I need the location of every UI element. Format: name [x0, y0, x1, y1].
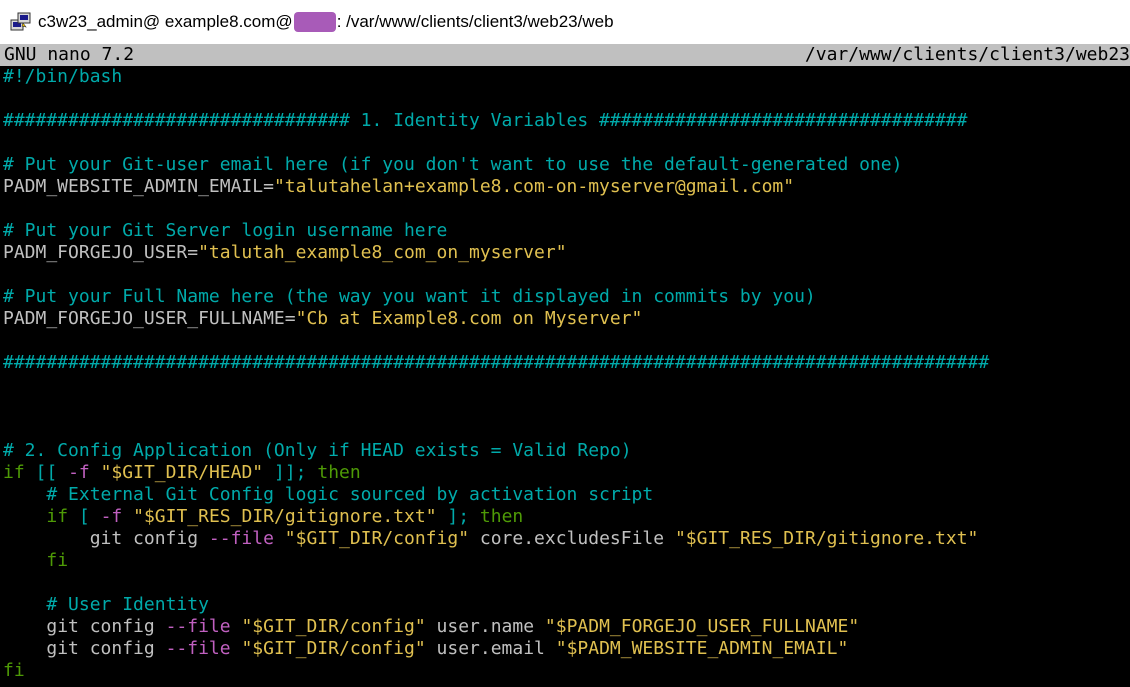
code-token: "$GIT_DIR/HEAD" — [100, 462, 264, 483]
nano-version: GNU nano 7.2 — [4, 44, 135, 65]
code-token: user.email — [425, 638, 556, 659]
code-token: if — [3, 462, 25, 483]
code-token: then — [317, 462, 361, 483]
code-token: "talutahelan+example8.com-on-myserver@gm… — [273, 176, 795, 197]
code-token: -f — [68, 462, 90, 483]
code-token: --file — [165, 638, 231, 659]
code-token: fi — [3, 660, 25, 681]
window-title-prefix: c3w23_admin@ example8.com@ — [38, 12, 293, 31]
nano-status-bar: GNU nano 7.2 /var/www/clients/client3/we… — [0, 44, 1130, 66]
code-line: fi — [3, 550, 68, 572]
code-line: PADM_WEBSITE_ADMIN_EMAIL="talutahelan+ex… — [3, 176, 794, 198]
code-line: # 2. Config Application (Only if HEAD ex… — [3, 440, 632, 462]
code-line: #!/bin/bash — [3, 66, 122, 88]
code-token: "$GIT_RES_DIR/gitignore.txt" — [674, 528, 979, 549]
code-token: git config — [46, 638, 166, 659]
code-line: PADM_FORGEJO_USER="talutah_example8_com_… — [3, 242, 567, 264]
code-token: [[ — [35, 462, 58, 483]
code-token: --file — [165, 616, 231, 637]
code-line: ########################################… — [3, 352, 989, 374]
code-token: # User Identity — [46, 594, 209, 615]
code-line: # User Identity — [3, 594, 209, 616]
code-token: PADM_FORGEJO_USER= — [3, 242, 199, 263]
code-line: if [[ -f "$GIT_DIR/HEAD" ]]; then — [3, 462, 361, 484]
code-token: # External Git Config logic sourced by a… — [46, 484, 654, 505]
code-token: core.excludesFile — [469, 528, 675, 549]
code-token: "talutah_example8_com_on_myserver" — [198, 242, 567, 263]
redacted-hostname — [293, 12, 336, 32]
code-token: [ — [78, 506, 90, 527]
code-token: fi — [46, 550, 69, 571]
code-token: ########################################… — [3, 352, 990, 373]
editor-text-area[interactable]: #!/bin/bash #############################… — [0, 66, 1130, 687]
code-token: then — [479, 506, 524, 527]
window-title-path: : /var/www/clients/client3/web23/web — [336, 12, 614, 31]
code-line: git config --file "$GIT_DIR/config" core… — [3, 528, 979, 550]
code-token: # Put your Git Server login username her… — [3, 220, 448, 241]
code-token: "$GIT_DIR/config" — [241, 638, 426, 659]
code-token: ]]; — [274, 462, 307, 483]
code-token: "$GIT_RES_DIR/gitignore.txt" — [133, 506, 437, 527]
code-line: # Put your Git Server login username her… — [3, 220, 447, 242]
code-line: PADM_FORGEJO_USER_FULLNAME="Cb at Exampl… — [3, 308, 642, 330]
code-line: git config --file "$GIT_DIR/config" user… — [3, 616, 859, 638]
window-titlebar[interactable]: c3w23_admin@ example8.com@ : /var/www/cl… — [0, 0, 1130, 44]
code-token: # Put your Full Name here (the way you w… — [3, 286, 816, 307]
code-token: "$GIT_DIR/config" — [284, 528, 470, 549]
code-token: PADM_WEBSITE_ADMIN_EMAIL= — [3, 176, 274, 197]
code-token: user.name — [425, 616, 545, 637]
code-token: "$GIT_DIR/config" — [241, 616, 426, 637]
code-token: "$PADM_WEBSITE_ADMIN_EMAIL" — [555, 638, 849, 659]
code-token: if — [46, 506, 69, 527]
code-line: ################################ 1. Iden… — [3, 110, 968, 132]
code-token: "$PADM_FORGEJO_USER_FULLNAME" — [544, 616, 860, 637]
code-line: git config --file "$GIT_DIR/config" user… — [3, 638, 848, 660]
code-token: # 2. Config Application (Only if HEAD ex… — [3, 440, 632, 461]
code-line: if [ -f "$GIT_RES_DIR/gitignore.txt" ]; … — [3, 506, 523, 528]
nano-filename: /var/www/clients/client3/web23 — [804, 44, 1130, 65]
code-line: # External Git Config logic sourced by a… — [3, 484, 653, 506]
code-token: -f — [100, 506, 123, 527]
code-token: PADM_FORGEJO_USER_FULLNAME= — [3, 308, 296, 329]
code-token: --file — [208, 528, 274, 549]
code-token: git config — [46, 616, 166, 637]
code-token: "Cb at Example8.com on Myserver" — [295, 308, 643, 329]
code-line: # Put your Full Name here (the way you w… — [3, 286, 816, 308]
code-token: ]; — [447, 506, 470, 527]
code-line: fi — [3, 660, 25, 682]
code-token: git config — [89, 528, 209, 549]
putty-terminal-icon[interactable] — [10, 11, 32, 33]
code-token: # Put your Git-user email here (if you d… — [3, 154, 903, 175]
code-token: #!/bin/bash — [3, 66, 123, 87]
code-token: ################################ 1. Iden… — [3, 110, 968, 131]
code-line: # Put your Git-user email here (if you d… — [3, 154, 902, 176]
